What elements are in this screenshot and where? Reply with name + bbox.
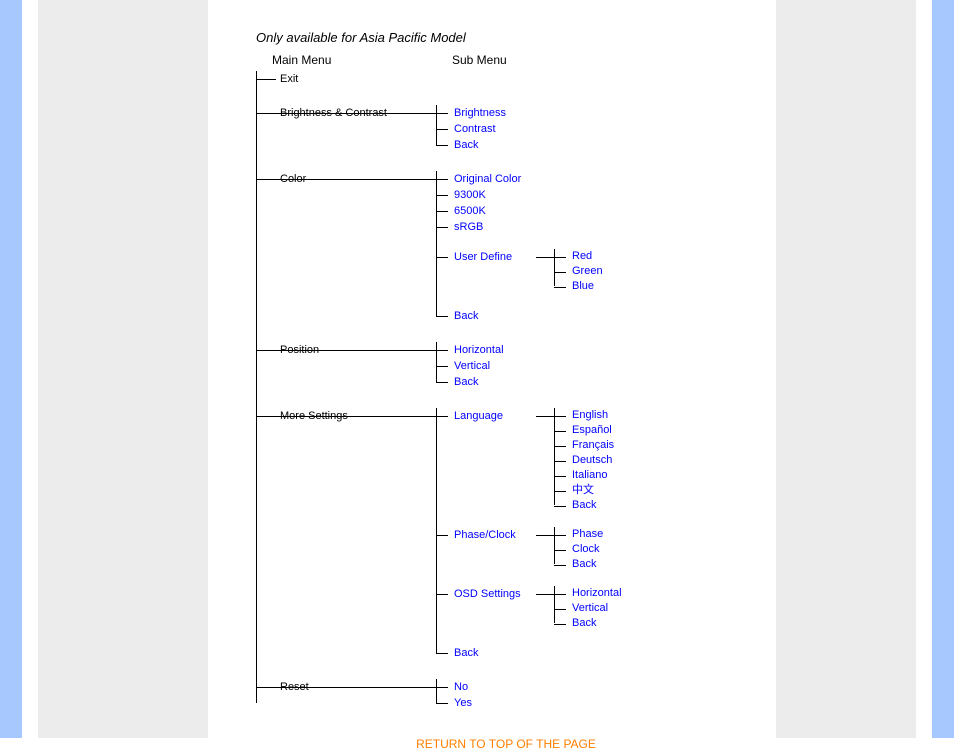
main-item-more-settings: More SettingsLanguageEnglishEspañolFranç… xyxy=(256,408,756,661)
leaf-item: Back xyxy=(568,616,622,631)
sub-list: NoYes xyxy=(436,679,550,711)
page-edge-right xyxy=(932,0,954,738)
sub-item-label: Vertical xyxy=(454,358,550,374)
leaf-list: HorizontalVerticalBack xyxy=(554,586,622,631)
sub-item: User DefineRedGreenBlue xyxy=(450,249,603,294)
sub-item-label: Contrast xyxy=(454,121,550,137)
leaf-list: EnglishEspañolFrançaisDeutschItaliano中文B… xyxy=(554,408,614,513)
sub-list: HorizontalVerticalBack xyxy=(436,342,550,390)
osd-menu-tree: Exit Brightness & ContrastBrightnessContr… xyxy=(256,71,756,711)
sub-item: Brightness xyxy=(450,105,550,121)
sub-item-label: Back xyxy=(454,374,550,390)
leaf-item: Phase xyxy=(568,527,603,542)
sub-item: Vertical xyxy=(450,358,550,374)
sub-item: LanguageEnglishEspañolFrançaisDeutschIta… xyxy=(450,408,622,513)
leaf-item: Green xyxy=(568,264,603,279)
main-item-brightness-contrast: Brightness & ContrastBrightnessContrastB… xyxy=(256,105,756,153)
leaf-item: English xyxy=(568,408,614,423)
sub-list: BrightnessContrastBack xyxy=(436,105,550,153)
page-edge-left xyxy=(0,0,22,738)
main-item-color: ColorOriginal Color9300K6500KsRGBUser De… xyxy=(256,171,756,324)
sub-item-label: Yes xyxy=(454,695,550,711)
sub-item-label: 9300K xyxy=(454,187,550,203)
leaf-item: Blue xyxy=(568,279,603,294)
sub-item: Contrast xyxy=(450,121,550,137)
return-to-top-link[interactable]: RETURN TO TOP OF THE PAGE xyxy=(256,737,756,751)
model-caption: Only available for Asia Pacific Model xyxy=(256,30,756,45)
sub-item: Phase/ClockPhaseClockBack xyxy=(450,527,622,572)
sidebar-left xyxy=(38,0,208,738)
leaf-item: Español xyxy=(568,423,614,438)
sub-item: sRGB xyxy=(450,219,603,235)
main-item-position: PositionHorizontalVerticalBack xyxy=(256,342,756,390)
sub-item-label: Brightness xyxy=(454,105,550,121)
menu-column-headers: Main Menu Sub Menu xyxy=(256,53,756,67)
sub-item-label: Back xyxy=(454,308,550,324)
main-menu-header: Main Menu xyxy=(256,53,452,67)
sub-list: Original Color9300K6500KsRGB User DefineR… xyxy=(436,171,603,324)
sub-item-label: Horizontal xyxy=(454,342,550,358)
sub-item-label: Back xyxy=(454,137,550,153)
leaf-item: Red xyxy=(568,249,603,264)
sub-menu-header: Sub Menu xyxy=(452,53,507,67)
leaf-item: Italiano xyxy=(568,468,614,483)
sidebar-right xyxy=(776,0,916,738)
sub-list: LanguageEnglishEspañolFrançaisDeutschIta… xyxy=(436,408,622,661)
sub-item-label: No xyxy=(454,679,550,695)
main-item-exit: Exit xyxy=(256,71,756,87)
content-area: Only available for Asia Pacific Model Ma… xyxy=(256,30,756,751)
leaf-item: Horizontal xyxy=(568,586,622,601)
leaf-item: Deutsch xyxy=(568,453,614,468)
leaf-item: Français xyxy=(568,438,614,453)
leaf-item: 中文 xyxy=(568,483,614,498)
sub-item: Original Color xyxy=(450,171,603,187)
leaf-item: Clock xyxy=(568,542,603,557)
leaf-item: Back xyxy=(568,557,603,572)
sub-item: Horizontal xyxy=(450,342,550,358)
leaf-list: RedGreenBlue xyxy=(554,249,603,294)
main-item-label: Exit xyxy=(280,71,436,87)
sub-item-label: Back xyxy=(454,645,550,661)
sub-item-label: Original Color xyxy=(454,171,550,187)
sub-item: Back xyxy=(450,137,550,153)
leaf-list: PhaseClockBack xyxy=(554,527,603,572)
leaf-item: Vertical xyxy=(568,601,622,616)
sub-item: 9300K xyxy=(450,187,603,203)
sub-item: 6500K xyxy=(450,203,603,219)
main-item-reset: ResetNoYes xyxy=(256,679,756,711)
sub-item-label: sRGB xyxy=(454,219,550,235)
sub-item: Back xyxy=(450,645,622,661)
sub-item: Yes xyxy=(450,695,550,711)
sub-item-label: 6500K xyxy=(454,203,550,219)
sub-item: Back xyxy=(450,374,550,390)
sub-item: No xyxy=(450,679,550,695)
sub-item: OSD SettingsHorizontalVerticalBack xyxy=(450,586,622,631)
sub-item: Back xyxy=(450,308,603,324)
leaf-item: Back xyxy=(568,498,614,513)
